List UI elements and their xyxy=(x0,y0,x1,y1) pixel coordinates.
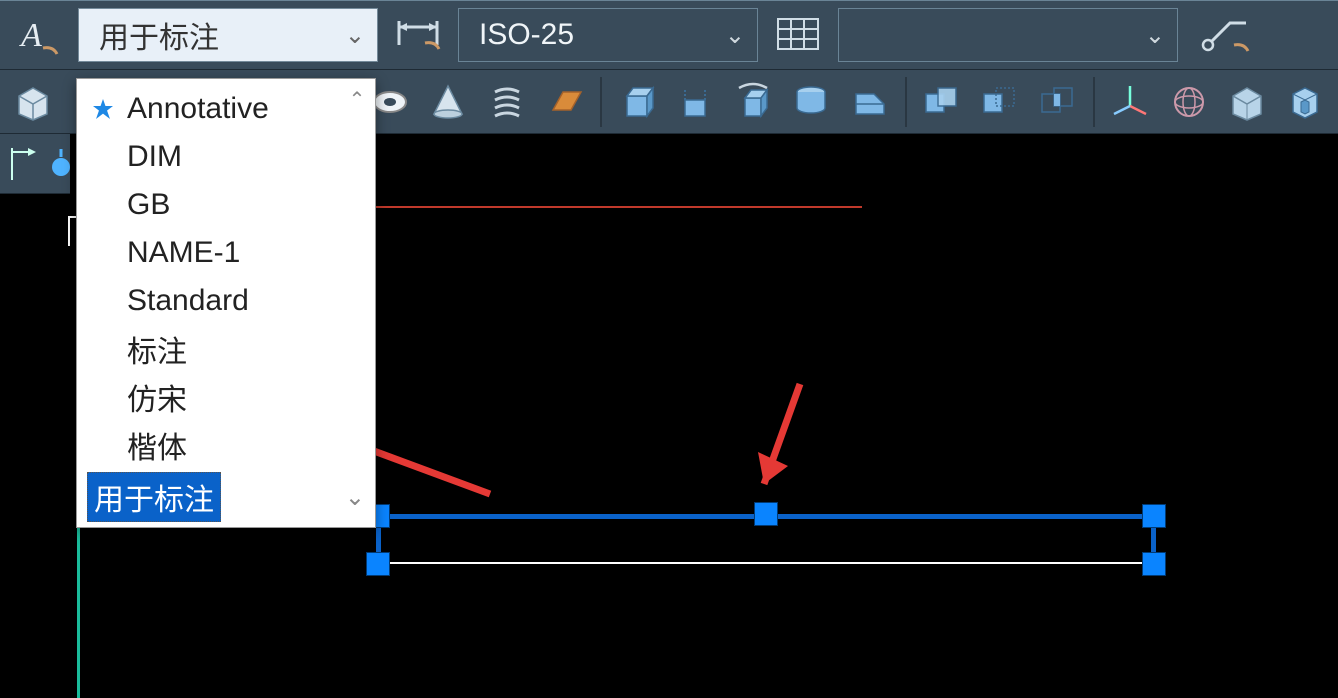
chevron-down-icon: ⌄ xyxy=(345,21,365,50)
aux-toolbar-stub xyxy=(0,134,70,194)
grip-mid[interactable] xyxy=(754,502,778,526)
subtract-tool[interactable] xyxy=(975,76,1025,128)
dropdown-item-label: 标注 xyxy=(127,327,187,371)
sweep-tool[interactable] xyxy=(786,76,836,128)
text-style-value: 用于标注 xyxy=(99,13,219,57)
box-tool[interactable] xyxy=(8,76,58,128)
union-tool[interactable] xyxy=(917,76,967,128)
dropdown-item-gb[interactable]: GB xyxy=(81,181,371,229)
red-guideline xyxy=(372,206,862,208)
coil-icon xyxy=(484,79,530,125)
text-a-icon: A xyxy=(15,12,61,58)
coil-tool[interactable] xyxy=(481,76,531,128)
text-style-button[interactable]: A xyxy=(8,9,68,61)
dropdown-item-label: 楷体 xyxy=(127,423,187,467)
chevron-down-icon: ⌄ xyxy=(1145,21,1165,50)
dropdown-edit-row[interactable]: 用于标注 ⌄ xyxy=(81,473,371,521)
dim-style-value: ISO-25 xyxy=(479,18,574,52)
box-icon xyxy=(10,79,56,125)
dropdown-item-label: DIM xyxy=(127,140,182,174)
dim-style-icon xyxy=(395,15,441,55)
subtract-icon xyxy=(977,79,1023,125)
dim-style-combo[interactable]: ISO-25 ⌄ xyxy=(458,8,758,62)
dropdown-item-name1[interactable]: NAME-1 xyxy=(81,229,371,277)
dropdown-scrollbar[interactable]: ⌃ xyxy=(343,85,371,477)
intersect-icon xyxy=(1035,79,1081,125)
expand-tool[interactable] xyxy=(8,142,38,186)
expand-icon xyxy=(9,141,37,187)
dropdown-item-label: 仿宋 xyxy=(127,375,187,419)
union-icon xyxy=(919,79,965,125)
loft-icon xyxy=(672,79,718,125)
dropdown-item-label: Annotative xyxy=(127,92,269,126)
separator xyxy=(1093,77,1095,127)
plane-icon xyxy=(542,79,588,125)
revolve-icon xyxy=(730,79,776,125)
grip-bottom-right[interactable] xyxy=(1142,552,1166,576)
globe-icon xyxy=(1166,79,1212,125)
loft-tool[interactable] xyxy=(670,76,720,128)
mleader-style-button[interactable] xyxy=(1188,9,1258,61)
revolve-tool[interactable] xyxy=(728,76,778,128)
ucs-tool[interactable] xyxy=(1105,76,1155,128)
baseline xyxy=(376,562,1156,564)
light-icon xyxy=(47,141,75,187)
light-tool[interactable] xyxy=(46,142,76,186)
svg-text:A: A xyxy=(19,17,42,54)
dropdown-item-standard[interactable]: Standard xyxy=(81,277,371,325)
box3d-icon xyxy=(1224,79,1270,125)
dropdown-item-annotative[interactable]: Annotative xyxy=(81,85,371,133)
annotative-icon xyxy=(91,97,119,121)
wedge-tool[interactable] xyxy=(845,76,895,128)
dropdown-item-fangsong[interactable]: 仿宋 xyxy=(81,373,371,421)
extrude-icon xyxy=(614,79,660,125)
table-style-combo[interactable]: ⌄ xyxy=(838,8,1178,62)
cone-tool[interactable] xyxy=(423,76,473,128)
dropdown-item-label: GB xyxy=(127,188,170,222)
dropdown-item-label: NAME-1 xyxy=(127,236,240,270)
globe-tool[interactable] xyxy=(1163,76,1213,128)
text-style-combo[interactable]: 用于标注 ⌄ xyxy=(78,8,378,62)
ucs-icon xyxy=(1107,79,1153,125)
separator xyxy=(600,77,602,127)
scroll-up-icon[interactable]: ⌃ xyxy=(343,85,371,113)
plane-tool[interactable] xyxy=(540,76,590,128)
dropdown-item-label: Standard xyxy=(127,284,249,318)
box3d-tool[interactable] xyxy=(1222,76,1272,128)
chevron-down-icon: ⌄ xyxy=(725,21,745,50)
text-style-dropdown[interactable]: Annotative DIM GB NAME-1 Standard 标注 仿宋 … xyxy=(76,78,376,528)
sweep-icon xyxy=(788,79,834,125)
separator xyxy=(905,77,907,127)
dropdown-item-dim[interactable]: DIM xyxy=(81,133,371,181)
cone-icon xyxy=(425,79,471,125)
annotation-toolbar-row: A 用于标注 ⌄ ISO-25 ⌄ ⌄ xyxy=(0,0,1338,70)
grip-top-right[interactable] xyxy=(1142,504,1166,528)
dropdown-edit-value: 用于标注 xyxy=(87,472,221,522)
dropdown-item-kaiti[interactable]: 楷体 xyxy=(81,421,371,469)
chevron-down-icon: ⌄ xyxy=(345,483,365,512)
intersect-tool[interactable] xyxy=(1033,76,1083,128)
grip-bottom-left[interactable] xyxy=(366,552,390,576)
extrude-tool[interactable] xyxy=(612,76,662,128)
table-icon xyxy=(776,15,820,55)
annotation-arrow-right xyxy=(740,374,820,514)
wedge-icon xyxy=(847,79,893,125)
mleader-icon xyxy=(1196,13,1250,57)
cyl3d-tool[interactable] xyxy=(1280,76,1330,128)
cylinder3d-icon xyxy=(1282,79,1328,125)
dropdown-item-biaozhu[interactable]: 标注 xyxy=(81,325,371,373)
table-style-button[interactable] xyxy=(768,9,828,61)
dim-style-button[interactable] xyxy=(388,9,448,61)
